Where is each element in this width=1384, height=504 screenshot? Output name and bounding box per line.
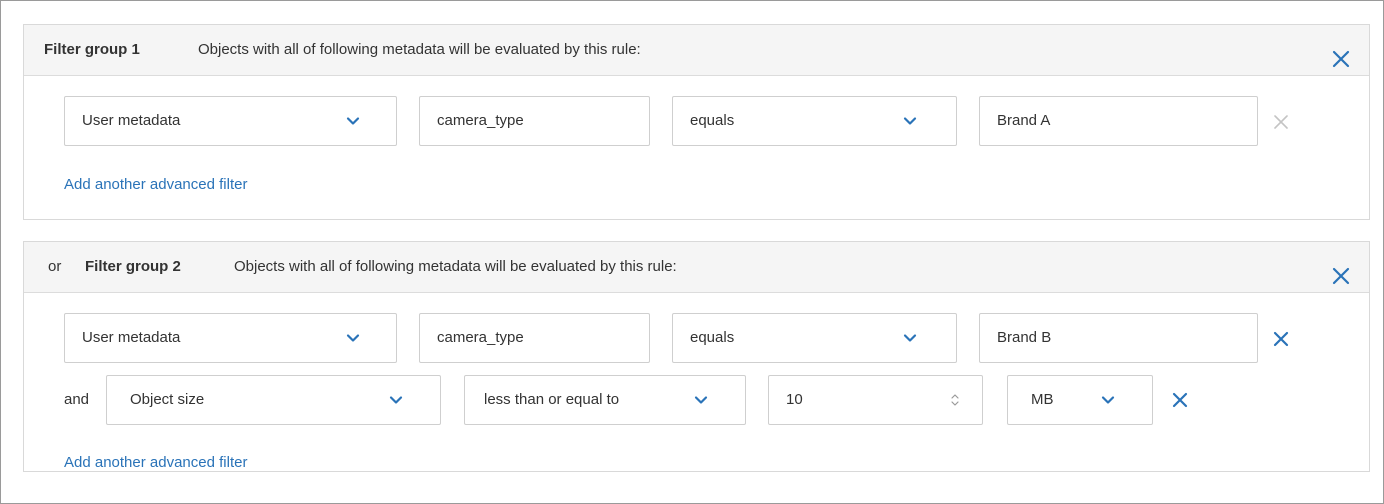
size-unit-select[interactable]: MB (1007, 375, 1153, 425)
object-size-select[interactable]: Object size (106, 375, 441, 425)
filter-group-2: or Filter group 2 Objects with all of fo… (23, 241, 1370, 472)
filter-group-header: or Filter group 2 Objects with all of fo… (24, 242, 1369, 293)
filter-group-description: Objects with all of following metadata w… (234, 258, 677, 275)
close-icon (1172, 392, 1188, 408)
metadata-value-input[interactable]: Brand A (979, 96, 1258, 146)
filter-joiner-and: and (64, 391, 90, 408)
size-operator-value: less than or equal to (484, 391, 620, 408)
metadata-type-select[interactable]: User metadata (64, 313, 397, 363)
chevron-down-icon (694, 396, 708, 404)
chevron-down-icon (903, 117, 917, 125)
operator-value: equals (690, 329, 735, 346)
add-advanced-filter-link[interactable]: Add another advanced filter (64, 454, 247, 471)
metadata-key-value: camera_type (437, 329, 524, 346)
filter-group-title: Filter group 1 (44, 41, 140, 58)
size-operator-select[interactable]: less than or equal to (464, 375, 746, 425)
metadata-value: Brand B (997, 329, 1052, 346)
group-joiner-or: or (48, 258, 62, 275)
filter-group-header: Filter group 1 Objects with all of follo… (24, 25, 1369, 76)
remove-filter-button[interactable] (1172, 392, 1188, 408)
chevron-down-icon (1101, 396, 1115, 404)
chevron-down-icon (389, 396, 403, 404)
filter-group-title: Filter group 2 (85, 258, 181, 275)
metadata-value-input[interactable]: Brand B (979, 313, 1258, 363)
add-advanced-filter-link[interactable]: Add another advanced filter (64, 176, 247, 193)
filter-group-description: Objects with all of following metadata w… (198, 41, 641, 58)
object-size-value: Object size (130, 391, 205, 408)
chevron-down-icon (346, 117, 360, 125)
advanced-filters-panel: Filter group 1 Objects with all of follo… (0, 0, 1384, 504)
close-icon (1273, 331, 1289, 347)
metadata-type-value: User metadata (82, 112, 181, 129)
close-icon (1332, 50, 1350, 68)
operator-value: equals (690, 112, 735, 129)
size-number-value: 10 (786, 391, 803, 408)
close-icon (1274, 115, 1288, 129)
metadata-type-select[interactable]: User metadata (64, 96, 397, 146)
remove-filter-button[interactable] (1273, 114, 1289, 130)
metadata-key-value: camera_type (437, 112, 524, 129)
filter-group-1: Filter group 1 Objects with all of follo… (23, 24, 1370, 220)
operator-select[interactable]: equals (672, 96, 957, 146)
size-unit-value: MB (1031, 391, 1054, 408)
metadata-key-input[interactable]: camera_type (419, 313, 650, 363)
remove-group-button[interactable] (1331, 40, 1351, 68)
remove-group-button[interactable] (1331, 257, 1351, 285)
metadata-value: Brand A (997, 112, 1051, 129)
remove-filter-button[interactable] (1273, 331, 1289, 347)
metadata-type-value: User metadata (82, 329, 181, 346)
chevron-down-icon (346, 334, 360, 342)
metadata-key-input[interactable]: camera_type (419, 96, 650, 146)
close-icon (1332, 267, 1350, 285)
size-number-input[interactable]: 10 (768, 375, 983, 425)
chevron-down-icon (903, 334, 917, 342)
operator-select[interactable]: equals (672, 313, 957, 363)
spinner-arrows-icon[interactable] (950, 392, 960, 408)
